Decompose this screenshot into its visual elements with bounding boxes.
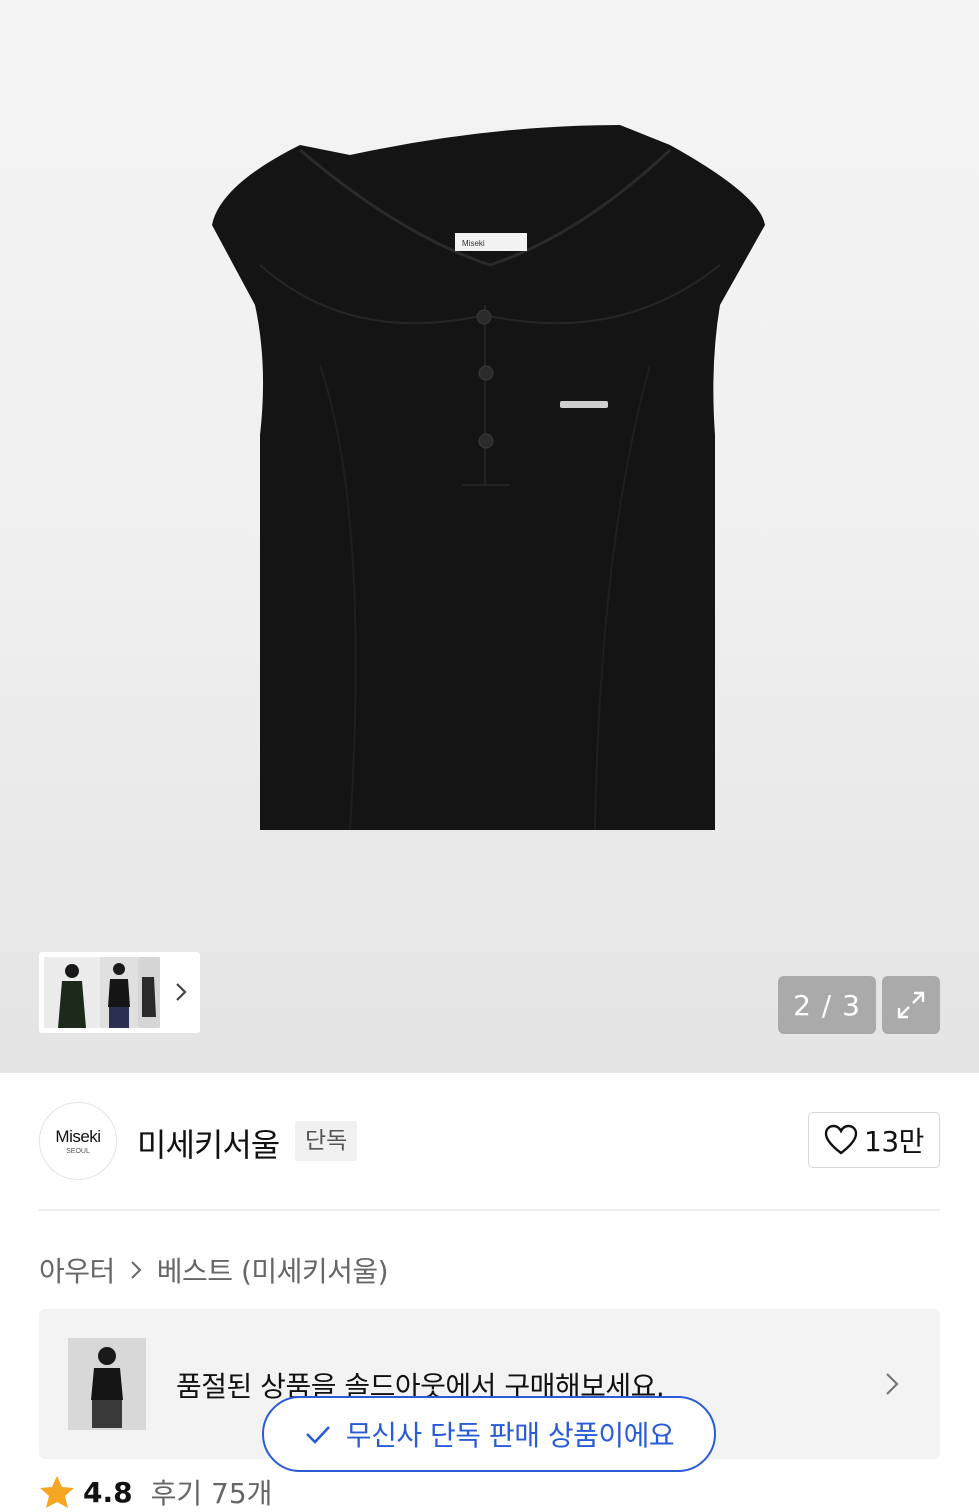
like-count: 13만 — [864, 1125, 924, 1158]
garment-label-text: Miseki — [462, 239, 485, 248]
breadcrumb: 아우터 베스트 (미세키서울) — [39, 1250, 389, 1290]
brand-row: Miseki SEOUL 미세키서울 단독 13만 — [39, 1102, 940, 1180]
chevron-right-icon — [886, 1373, 899, 1395]
breadcrumb-category[interactable]: 아우터 — [39, 1250, 115, 1290]
exclusive-toast: 무신사 단독 판매 상품이에요 — [262, 1396, 716, 1472]
rating-row[interactable]: 4.8 후기 75개 — [39, 1472, 272, 1512]
chevron-right-icon — [131, 1261, 142, 1279]
review-count[interactable]: 후기 75개 — [151, 1472, 273, 1512]
chevron-right-icon[interactable] — [171, 980, 191, 1004]
toast-text: 무신사 단독 판매 상품이에요 — [345, 1419, 675, 1452]
like-button[interactable]: 13만 — [808, 1112, 940, 1168]
brand-logo-subtext: SEOUL — [66, 1148, 90, 1155]
thumbnail-3[interactable] — [138, 957, 160, 1028]
image-counter: 2 / 3 — [778, 976, 876, 1034]
star-icon — [40, 1476, 74, 1508]
thumbnail-1[interactable] — [44, 957, 100, 1028]
rating-score: 4.8 — [83, 1475, 133, 1509]
expand-icon — [897, 991, 925, 1019]
product-image: Miseki — [212, 125, 765, 831]
check-icon — [305, 1426, 330, 1444]
brand-name[interactable]: 미세키서울 — [137, 1120, 280, 1166]
promo-image — [68, 1338, 146, 1430]
brand-logo-text: Miseki — [55, 1127, 101, 1146]
expand-button[interactable] — [882, 976, 940, 1034]
exclusive-badge: 단독 — [295, 1121, 358, 1161]
breadcrumb-subcategory[interactable]: 베스트 (미세키서울) — [157, 1250, 389, 1290]
thumbnail-strip[interactable] — [39, 952, 200, 1033]
product-image-gallery[interactable]: Miseki 2 / 3 — [0, 0, 979, 1073]
thumbnail-2[interactable] — [100, 957, 138, 1028]
brand-logo[interactable]: Miseki SEOUL — [39, 1102, 117, 1180]
heart-icon — [824, 1124, 858, 1155]
divider — [39, 1209, 940, 1211]
